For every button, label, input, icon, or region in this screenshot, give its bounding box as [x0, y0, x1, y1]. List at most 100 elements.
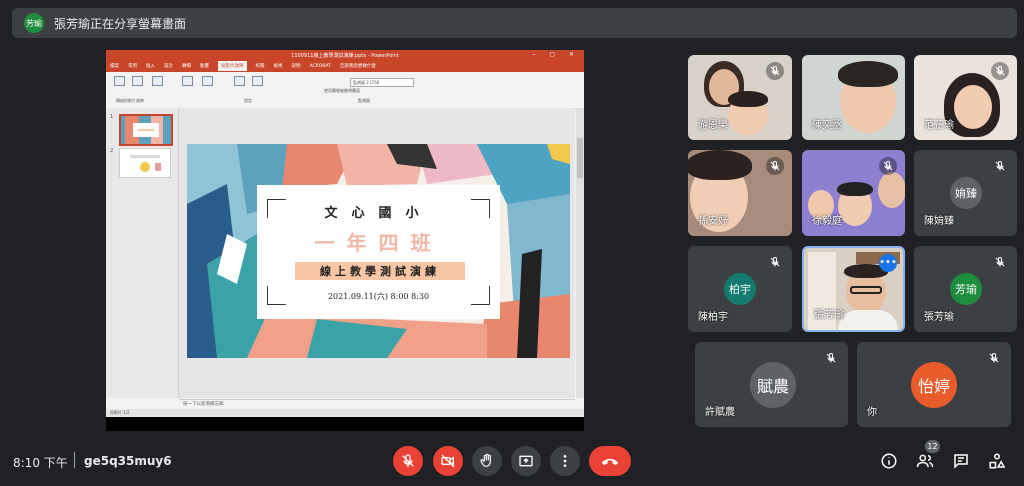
meeting-details-button[interactable] [878, 450, 900, 472]
participant-name: 張芳瑜 [814, 310, 844, 321]
ppt-tab: 檔案 [110, 64, 119, 69]
mic-off-icon [991, 157, 1009, 175]
chat-button[interactable] [950, 450, 972, 472]
clock: 8:10 下午 [13, 456, 68, 470]
ppt-tab: 動畫 [200, 64, 209, 69]
mic-off-icon [766, 157, 784, 175]
notes-pane: 按一下以新增備忘稿 [179, 399, 575, 409]
slide-thumb-2 [119, 148, 171, 178]
monitor-select: 監視器 2 LT66 [350, 78, 414, 87]
ppt-tab: 校閱 [255, 64, 265, 69]
shared-screen: 1100911線上教學測試演練.pptx - PowerPoint – ▢ ✕ … [106, 50, 584, 431]
ppt-tab: 常用 [128, 64, 137, 69]
meeting-code: ge5q35muy6 [84, 454, 172, 468]
info-icon [881, 453, 897, 469]
divider [74, 452, 75, 468]
mic-toggle-button[interactable] [393, 446, 423, 476]
mic-off-icon [766, 62, 784, 80]
participant-name: 陳柏宇 [698, 312, 728, 323]
from-start-icon [114, 76, 125, 86]
ppt-title: 1100911線上教學測試演練.pptx - PowerPoint [291, 52, 399, 59]
ppt-status-bar: 投影片 1/2 [106, 409, 584, 417]
hang-up-icon [601, 458, 619, 466]
mic-off-icon [991, 62, 1009, 80]
people-button[interactable] [914, 450, 936, 472]
hide-slide-icon [202, 76, 213, 86]
ppt-ribbon: 開始投影片放映 設定 監視器 2 LT66 使用簡報者檢視畫面 監視器 [106, 72, 584, 109]
participant-avatar: 姢臻 [950, 177, 982, 209]
participant-tile-presenter[interactable]: ••• 張芳瑜 [802, 246, 905, 332]
from-current-icon [132, 76, 143, 86]
participant-tile[interactable]: 芳瑜 張芳瑜 [914, 246, 1017, 332]
slide-subtitle: 線上教學測試演練 [295, 262, 465, 280]
slide-number: 1 [110, 114, 114, 120]
camera-off-icon [441, 454, 455, 468]
participant-tile[interactable]: 柏宇 陳柏宇 [688, 246, 792, 332]
chat-icon [954, 454, 968, 469]
mic-off-icon [879, 157, 897, 175]
participant-name: 陳奕丞 [812, 120, 842, 131]
participant-name: 游恩樂 [698, 120, 728, 131]
ppt-tab: 告訴我您想做什麼 [339, 64, 376, 69]
banner-text: 張芳瑜正在分享螢幕畫面 [54, 16, 187, 31]
ppt-tab: 插入 [146, 64, 155, 69]
ppt-titlebar: 1100911線上教學測試演練.pptx - PowerPoint – ▢ ✕ [106, 50, 584, 60]
more-options-icon[interactable]: ••• [879, 254, 897, 272]
people-icon [916, 454, 934, 468]
participant-tile[interactable]: 孫安妤 [688, 150, 792, 236]
participant-name: 許賦農 [705, 407, 735, 418]
mic-off-icon [822, 349, 840, 367]
presenter-avatar: 芳瑜 [24, 13, 44, 33]
participant-name: 徐毅庭 [812, 216, 842, 227]
activities-icon [989, 453, 1006, 469]
ribbon-group-monitor: 監視器 [358, 98, 370, 103]
present-now-button[interactable] [511, 446, 541, 476]
participant-tile[interactable]: 范芷瑜 [914, 55, 1017, 140]
participant-tile[interactable]: 徐毅庭 [802, 150, 905, 236]
slide-class-name: 一年四班 [314, 231, 443, 255]
ppt-tab: 設計 [164, 64, 173, 69]
activities-button[interactable] [986, 450, 1008, 472]
hand-icon [480, 453, 491, 467]
mic-off-icon [766, 253, 784, 271]
slide-number: 2 [110, 148, 114, 154]
participant-tile[interactable]: 姢臻 陳姢臻 [914, 150, 1017, 236]
mic-off-icon [402, 454, 414, 467]
participant-tile[interactable]: 陳奕丞 [802, 55, 905, 140]
raise-hand-button[interactable] [472, 446, 502, 476]
slide-thumbnails: 1 2 [106, 108, 179, 398]
more-options-button[interactable] [550, 446, 580, 476]
rehearse-icon [234, 76, 245, 86]
slide-thumb-1 [119, 114, 173, 146]
slide-thumb-art [120, 149, 170, 177]
window-controls: – ▢ ✕ [532, 51, 580, 58]
slide-title-card: 文心國小 一年四班 線上教學測試演練 2021.09.11(六) 8:00 8:… [257, 185, 500, 319]
ppt-tab: 說明 [291, 64, 301, 69]
slide-date: 2021.09.11(六) 8:00 8:30 [327, 292, 430, 301]
mic-off-icon [991, 253, 1009, 271]
participant-name: 孫安妤 [698, 216, 728, 227]
participant-avatar: 芳瑜 [950, 273, 982, 305]
participant-tile-self[interactable]: 怡婷 你 [857, 342, 1011, 427]
slide-thumb-art [121, 116, 171, 144]
presentation-banner: 芳瑜 張芳瑜正在分享螢幕畫面 [12, 8, 1017, 38]
participant-tile[interactable]: 賦農 許賦農 [695, 342, 848, 427]
ppt-ribbon-tabs: 檔案 常用 插入 設計 轉場 動畫 投影片放映 校閱 檢視 說明 ACROBAT 告訴我您想做什麼 [106, 60, 584, 72]
leave-call-button[interactable] [589, 446, 631, 476]
ribbon-group-setup: 設定 [244, 98, 252, 103]
record-icon [252, 76, 263, 86]
ppt-tab: 轉場 [182, 64, 191, 69]
ribbon-group-start: 開始投影片放映 [116, 98, 144, 103]
participant-name: 陳姢臻 [924, 216, 954, 227]
ppt-tab: 投影片放映 [218, 61, 247, 71]
participant-name: 你 [867, 407, 877, 418]
taskbar-strip [106, 417, 584, 431]
participant-avatar: 賦農 [750, 362, 796, 408]
participant-avatar: 怡婷 [911, 362, 957, 408]
slide-school-name: 文心國小 [324, 206, 433, 221]
online-present-icon [152, 76, 163, 86]
camera-toggle-button[interactable] [433, 446, 463, 476]
current-slide: 文心國小 一年四班 線上教學測試演練 2021.09.11(六) 8:00 8:… [187, 144, 570, 358]
participant-tile[interactable]: 游恩樂 [688, 55, 792, 140]
ppt-tab: 檢視 [273, 64, 283, 69]
